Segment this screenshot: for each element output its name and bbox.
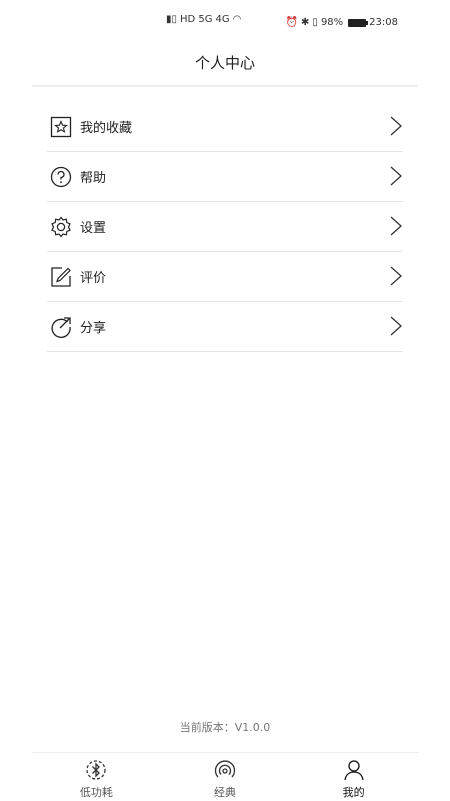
bluetooth-icon bbox=[86, 760, 106, 780]
share-icon bbox=[49, 315, 73, 339]
signal-icon bbox=[214, 760, 236, 778]
menu-label-rate: 评价 bbox=[80, 271, 107, 286]
help-circle-icon bbox=[49, 165, 73, 189]
tab-low-power[interactable]: 低功耗 bbox=[32, 753, 161, 801]
menu-label-favorites: 我的收藏 bbox=[80, 121, 133, 136]
menu-label-settings: 设置 bbox=[80, 221, 107, 236]
battery-icon bbox=[348, 18, 369, 27]
chevron-right-icon bbox=[390, 216, 402, 236]
status-right: ⏰ ✱ ▯ 98% 23:08 bbox=[286, 17, 398, 28]
menu-item-help[interactable]: 帮助 bbox=[47, 152, 403, 202]
tab-label-classic: 经典 bbox=[214, 786, 236, 799]
chevron-right-icon bbox=[390, 316, 402, 336]
vibrate-icon: ▯ bbox=[312, 17, 318, 28]
menu-label-share: 分享 bbox=[80, 321, 107, 336]
network-label-right: 4G bbox=[215, 14, 230, 25]
bottom-tab-bar: 低功耗 经典 我的 bbox=[32, 752, 418, 801]
network-label-left: HD 5G bbox=[180, 14, 213, 25]
alarm-icon: ⏰ bbox=[285, 17, 299, 28]
signal-icon: ▮▯ bbox=[166, 14, 178, 25]
chevron-right-icon bbox=[390, 266, 402, 286]
bluetooth-status-icon: ✱ bbox=[301, 17, 310, 28]
gear-icon bbox=[49, 215, 73, 239]
tab-label-low-power: 低功耗 bbox=[79, 786, 113, 799]
header-divider bbox=[32, 85, 418, 87]
tab-classic[interactable]: 经典 bbox=[161, 753, 290, 801]
tab-label-mine: 我的 bbox=[342, 786, 365, 799]
page-title: 个人中心 bbox=[194, 54, 255, 72]
menu-item-favorites[interactable]: 我的收藏 bbox=[47, 102, 403, 152]
menu-label-help: 帮助 bbox=[80, 171, 107, 186]
menu-item-rate[interactable]: 评价 bbox=[47, 252, 403, 302]
chevron-right-icon bbox=[390, 116, 402, 136]
user-icon bbox=[344, 760, 364, 781]
status-bar: ▮▯ HD 5G 4G ◠ ⏰ ✱ ▯ 98% 23:08 bbox=[0, 0, 450, 44]
menu-item-settings[interactable]: 设置 bbox=[47, 202, 403, 252]
star-box-icon bbox=[49, 115, 73, 139]
battery-percent: 98% bbox=[320, 17, 344, 28]
chevron-right-icon bbox=[390, 166, 402, 186]
tab-mine[interactable]: 我的 bbox=[289, 753, 418, 801]
menu-list: 我的收藏 帮助 设置 评价 分享 bbox=[47, 102, 403, 352]
wifi-icon: ◠ bbox=[232, 14, 242, 25]
status-left: ▮▯ HD 5G 4G ◠ bbox=[166, 14, 241, 25]
version-label: 当前版本：V1.0.0 bbox=[179, 721, 271, 734]
menu-item-share[interactable]: 分享 bbox=[47, 302, 403, 352]
edit-icon bbox=[49, 265, 73, 289]
clock-time: 23:08 bbox=[369, 17, 398, 28]
